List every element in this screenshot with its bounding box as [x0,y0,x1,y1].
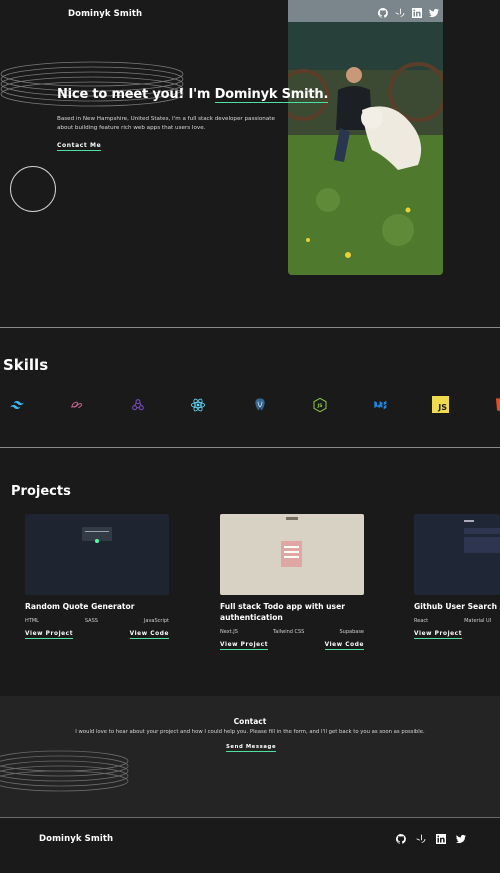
project-title: Random Quote Generator [25,602,135,611]
contact-me-link[interactable]: Contact Me [57,142,102,151]
brand-logo[interactable]: Dominyk Smith [68,9,142,19]
project-tag: Supabase [339,629,365,635]
twitter-icon[interactable] [455,833,466,844]
skills-title: Skills [3,356,49,374]
project-tag: Tailwind CSS [273,629,305,635]
view-project-link[interactable]: View Project [414,631,463,639]
frontend-mentor-icon[interactable] [394,7,405,18]
hero-heading: Nice to meet you! I'm Dominyk Smith. [57,87,329,103]
project-thumbnail[interactable] [414,514,500,595]
contact-title: Contact [233,717,267,726]
view-project-link[interactable]: View Project [25,631,74,639]
hero-greeting: Nice to meet you! I'm [57,87,215,102]
contact-section: Contact I would love to hear about your … [0,696,500,817]
divider [0,327,500,328]
project-card: Full stack Todo app with user authentica… [220,514,364,650]
contact-description: I would love to hear about your project … [75,729,425,735]
projects-title: Projects [11,484,71,499]
view-project-link[interactable]: View Project [220,642,269,650]
project-title: Full stack Todo app with user authentica… [220,602,345,622]
send-message-link[interactable]: Send Message [226,744,277,752]
project-tag: SASS [84,618,98,624]
project-thumbnail[interactable] [220,514,364,595]
postgresql-icon [251,396,269,414]
linkedin-icon[interactable] [435,833,446,844]
javascript-icon: JS [432,396,449,413]
view-code-link[interactable]: View Code [129,631,169,639]
github-icon[interactable] [395,833,406,844]
react-icon [189,396,207,414]
project-thumbnail[interactable] [25,514,169,595]
nodejs-icon: JS [311,396,329,414]
hero-description: Based in New Hampshire, United States, I… [57,116,275,131]
project-tags: HTML SASS JavaScript [25,618,169,624]
footer-social-links [395,833,466,844]
project-title: Github User Search A [414,602,500,611]
project-tag: Material UI [464,618,492,624]
linkedin-icon[interactable] [411,7,422,18]
divider [0,447,500,448]
profile-photo [288,0,443,275]
skills-row: JS JS [0,396,500,416]
sass-icon [68,396,86,414]
header-social-links [377,7,439,18]
project-tags: React Material UI [414,618,500,624]
project-tag: HTML [25,618,39,624]
redux-icon [129,396,147,414]
project-tag: React [414,618,429,624]
mui-icon [372,396,390,414]
project-tags: Next.JS Tailwind CSS Supabase [220,629,364,635]
view-code-link[interactable]: View Code [324,642,364,650]
project-card: Random Quote Generator HTML SASS JavaScr… [25,514,169,639]
javascript-label: JS [438,403,447,412]
divider [0,817,500,818]
project-tag: JavaScript [143,618,169,624]
project-tag: Next.JS [220,629,238,635]
decorative-rings [0,749,132,797]
project-card: Github User Search A React Material UI V… [414,514,500,639]
decorative-circle [10,166,56,212]
html-icon [493,396,500,414]
footer-brand-logo[interactable]: Dominyk Smith [39,834,113,844]
tailwind-icon [8,396,26,414]
frontend-mentor-icon[interactable] [415,833,426,844]
github-icon[interactable] [377,7,388,18]
twitter-icon[interactable] [428,7,439,18]
svg-text:JS: JS [316,403,323,409]
hero-name: Dominyk Smith. [214,87,329,103]
